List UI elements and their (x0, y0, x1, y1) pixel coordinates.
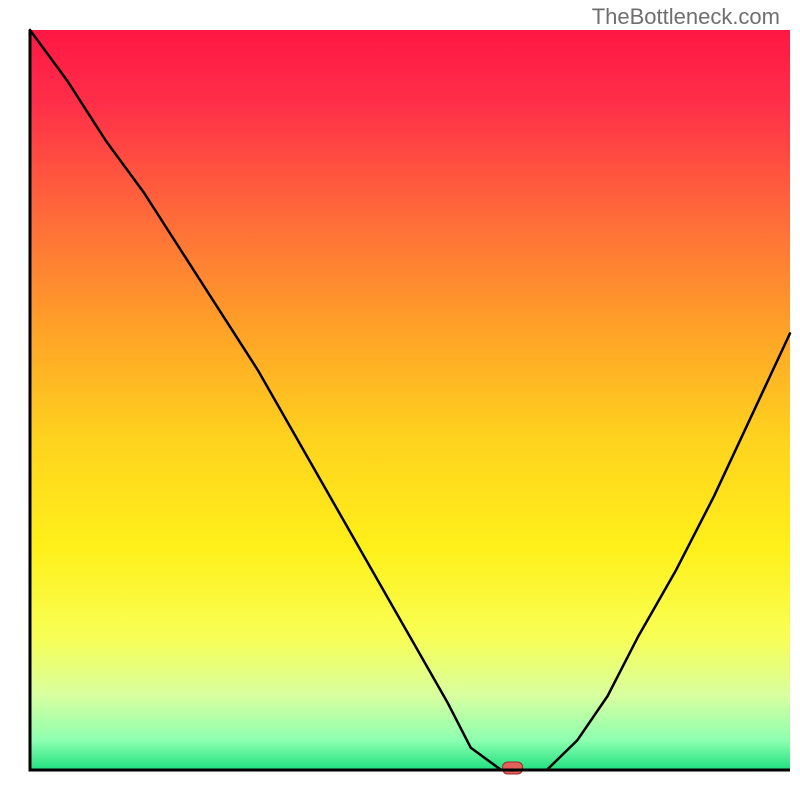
bottleneck-chart: TheBottleneck.com (0, 0, 800, 800)
chart-svg (0, 0, 800, 800)
attribution-text: TheBottleneck.com (592, 4, 780, 30)
gradient-background (30, 30, 790, 770)
optimal-marker (503, 762, 523, 774)
